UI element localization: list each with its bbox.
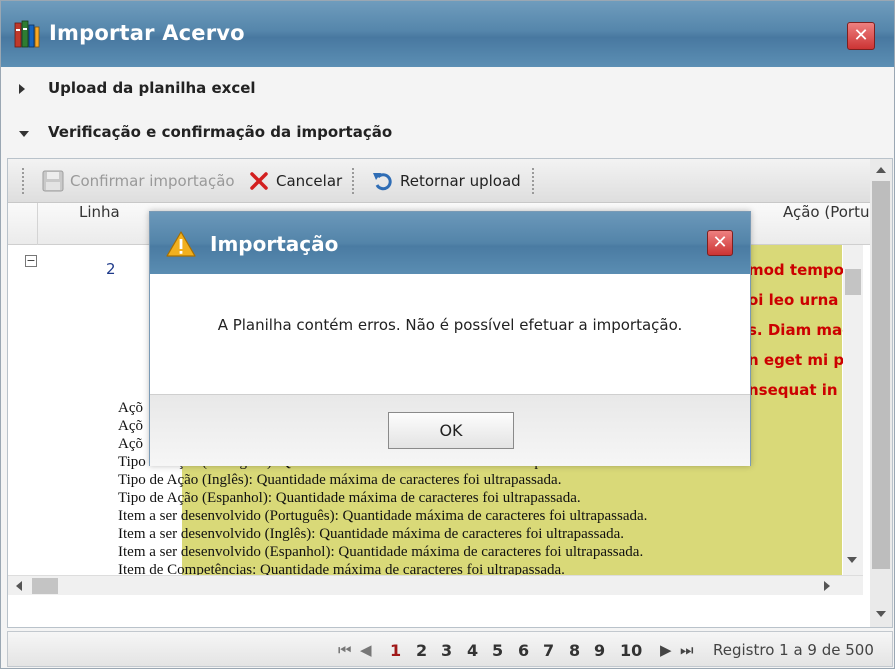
header-linha[interactable]: Linha [79,203,120,245]
dialog-footer: OK [150,394,750,466]
prev-page-icon[interactable]: ◀ [360,641,372,659]
scroll-thumb[interactable] [845,269,861,295]
grid-vertical-scrollbar[interactable] [870,159,892,627]
dialog-title: Importação [210,232,339,256]
error-line: Item a ser desenvolvido (Inglês): Quanti… [118,526,625,542]
collapse-icon[interactable]: − [25,255,37,267]
next-page-icon[interactable]: ▶ [660,641,672,659]
toolbar-separator [532,168,535,194]
scroll-thumb[interactable] [32,578,58,594]
last-page-icon[interactable]: ⏭ [680,641,694,659]
cancel-label: Cancelar [276,172,343,190]
error-line: Item a ser desenvolvido (Português): Qua… [118,508,648,524]
x-icon [248,170,270,192]
row-text-lines: mod tempo oi leo urna s. Diam mad n eget… [748,261,853,411]
row-text: mod tempo [748,261,844,279]
window-close-button[interactable]: ✕ [847,22,875,50]
page-link[interactable]: 7 [543,641,554,660]
row-vertical-scrollbar[interactable] [843,245,863,575]
dialog-titlebar: Importação ✕ [150,212,750,274]
close-icon: ✕ [712,232,728,253]
ok-button[interactable]: OK [388,412,514,449]
import-error-dialog: Importação ✕ A Planilha contém erros. Nã… [149,211,751,466]
record-count: Registro 1 a 9 de 500 [713,641,874,659]
page-link[interactable]: 9 [594,641,605,660]
chevron-down-icon [19,131,29,137]
page-link[interactable]: 5 [492,641,503,660]
close-icon: ✕ [853,25,869,46]
undo-icon [372,170,394,192]
accordion-upload-label: Upload da planilha excel [48,79,256,97]
header-expander-col [8,203,38,245]
page-link[interactable]: 2 [416,641,427,660]
error-line: Tipo de Ação (Inglês): Quantidade máxima… [118,472,562,488]
window-title: Importar Acervo [49,21,245,45]
first-page-icon[interactable]: ⏮ [338,641,352,659]
save-icon [42,170,64,192]
row-text: oi leo urna [748,291,839,309]
pagination-bar: ⏮ ◀ 1 2 3 4 5 6 7 8 9 10 ▶ ⏭ Registro 1 … [7,631,893,667]
page-link[interactable]: 4 [467,641,478,660]
page-link[interactable]: 10 [620,641,642,660]
error-line: Item a ser desenvolvido (Espanhol): Quan… [118,544,644,560]
accordion-verification-label: Verificação e confirmação da importação [48,123,393,141]
horizontal-scrollbar[interactable] [8,575,863,595]
grid-toolbar: Confirmar importação Cancelar Retornar u… [8,159,870,203]
toolbar-separator [22,168,25,194]
row-text: nsequat in [748,381,838,399]
import-window: Importar Acervo ✕ Upload da planilha exc… [0,0,895,669]
dialog-close-button[interactable]: ✕ [707,230,733,256]
row-number: 2 [106,260,116,278]
dialog-message: A Planilha contém erros. Não é possível … [217,316,683,334]
page-link[interactable]: 1 [390,641,401,660]
accordion-verification[interactable]: Verificação e confirmação da importação [7,111,890,155]
return-upload-button[interactable]: Retornar upload [372,167,521,195]
scroll-down-icon[interactable] [847,557,857,563]
header-acao[interactable]: Ação (Portu [783,203,869,245]
toolbar-separator [352,168,355,194]
page-link[interactable]: 3 [441,641,452,660]
page-link[interactable]: 8 [569,641,580,660]
scroll-up-icon[interactable] [876,167,886,173]
cancel-button[interactable]: Cancelar [248,167,342,195]
accordion-upload[interactable]: Upload da planilha excel [7,67,890,111]
confirm-import-label: Confirmar importação [70,172,235,190]
row-text: n eget mi p [748,351,845,369]
window-titlebar: Importar Acervo ✕ [1,1,894,67]
error-line: Tipo de Ação (Espanhol): Quantidade máxi… [118,490,581,506]
books-icon [14,20,40,48]
chevron-right-icon [19,84,25,94]
page-link[interactable]: 6 [518,641,529,660]
scroll-right-icon[interactable] [824,581,830,591]
scroll-thumb[interactable] [872,181,890,569]
confirm-import-button[interactable]: Confirmar importação [42,167,235,195]
row-text: s. Diam mad [748,321,853,339]
scroll-down-icon[interactable] [876,611,886,617]
error-line: Item de Competências: Quantidade máxima … [118,562,565,575]
return-upload-label: Retornar upload [400,172,521,190]
scroll-left-icon[interactable] [16,581,22,591]
warning-icon [166,231,196,257]
